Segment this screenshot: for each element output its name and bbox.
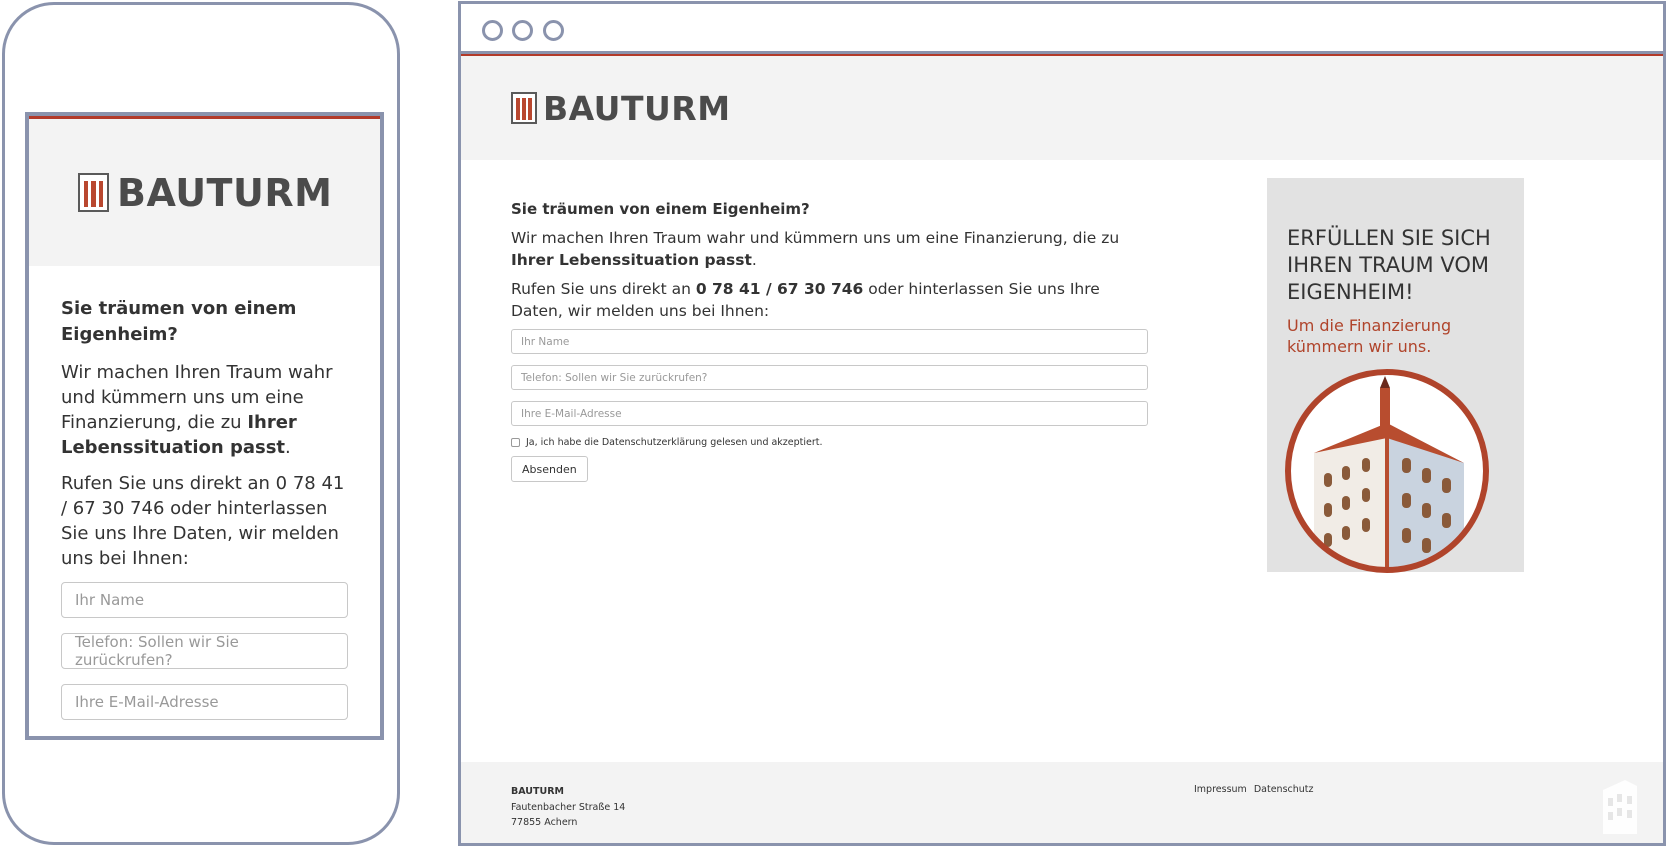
- footer-city: 77855 Achern: [511, 817, 578, 828]
- phone-input[interactable]: Telefon: Sollen wir Sie zurückrufen?: [511, 365, 1148, 390]
- tower-logo-icon: [511, 92, 537, 124]
- consent-label[interactable]: Ja, ich habe die Datenschutzerklärung ge…: [526, 437, 823, 448]
- name-input[interactable]: Ihr Name: [511, 329, 1148, 354]
- page-headline: Sie träumen von einem Eigenheim?: [511, 200, 810, 218]
- call-text: Rufen Sie uns direkt an: [511, 280, 696, 298]
- promo-subtitle: Um die Finanzierung kümmern wir uns.: [1287, 316, 1452, 356]
- browser-mockup: BAUTURM Sie träumen von einem Eigenheim?…: [458, 1, 1666, 846]
- submit-button[interactable]: Absenden: [511, 456, 588, 482]
- tower-watermark-icon: [1603, 780, 1637, 834]
- mobile-logo[interactable]: BAUTURM: [78, 171, 332, 215]
- mobile-call-text: Rufen Sie uns direkt an 0 78 41 / 67 30 …: [61, 473, 345, 569]
- intro-paragraph: Wir machen Ihren Traum wahr und kümmern …: [511, 227, 1151, 271]
- contact-form-section: Sie träumen von einem Eigenheim? Wir mac…: [511, 200, 1151, 482]
- mobile-email-input[interactable]: Ihre E-Mail-Adresse: [61, 684, 348, 720]
- promo-title: ERFÜLLEN SIE SICH IHREN TRAUM VOM EIGENH…: [1287, 226, 1491, 304]
- intro-text: Wir machen Ihren Traum wahr und kümmern …: [511, 229, 1120, 247]
- footer-address: BAUTURM Fautenbacher Straße 14 77855 Ach…: [511, 784, 625, 831]
- impressum-link[interactable]: Impressum: [1194, 784, 1247, 795]
- intro-bold: Ihrer Lebenssituation passt: [511, 251, 752, 269]
- intro-suffix: .: [285, 437, 291, 458]
- logo-text: BAUTURM: [543, 88, 731, 128]
- datenschutz-link[interactable]: Datenschutz: [1254, 784, 1314, 795]
- footer-links: Impressum Datenschutz: [1194, 784, 1318, 795]
- site-footer: BAUTURM Fautenbacher Straße 14 77855 Ach…: [461, 762, 1663, 843]
- site-header: BAUTURM: [461, 54, 1663, 160]
- site-logo[interactable]: BAUTURM: [511, 89, 731, 128]
- tower-logo-icon: [78, 173, 109, 212]
- footer-street: Fautenbacher Straße 14: [511, 801, 626, 813]
- mobile-intro: Wir machen Ihren Traum wahr und kümmern …: [61, 360, 348, 460]
- mobile-name-input[interactable]: Ihr Name: [61, 582, 348, 618]
- phone-mockup: BAUTURM Sie träumen von einem Eigenheim?…: [2, 2, 400, 845]
- mobile-phone-input[interactable]: Telefon: Sollen wir Sie zurückrufen?: [61, 633, 348, 669]
- phone-screen: BAUTURM Sie träumen von einem Eigenheim?…: [25, 112, 384, 740]
- window-dot-icon[interactable]: [543, 20, 564, 41]
- logo-text: BAUTURM: [117, 170, 333, 215]
- consent-row: Ja, ich habe die Datenschutzerklärung ge…: [511, 437, 1151, 448]
- call-paragraph: Rufen Sie uns direkt an 0 78 41 / 67 30 …: [511, 278, 1151, 322]
- mobile-headline: Sie träumen von einem Eigenheim?: [61, 298, 297, 345]
- tower-illustration: [1285, 369, 1489, 573]
- phone-number[interactable]: 0 78 41 / 67 30 746: [696, 280, 863, 298]
- mobile-header: BAUTURM: [29, 116, 380, 266]
- window-dot-icon[interactable]: [512, 20, 533, 41]
- mobile-content: Sie träumen von einem Eigenheim? Wir mac…: [29, 266, 380, 720]
- promo-banner[interactable]: ERFÜLLEN SIE SICH IHREN TRAUM VOM EIGENH…: [1267, 178, 1524, 573]
- window-dot-icon[interactable]: [482, 20, 503, 41]
- intro-suffix: .: [751, 251, 757, 269]
- site-content: Sie träumen von einem Eigenheim? Wir mac…: [461, 160, 1663, 760]
- footer-company: BAUTURM: [511, 786, 564, 797]
- browser-titlebar: [461, 4, 1663, 54]
- consent-checkbox[interactable]: [511, 438, 520, 447]
- email-input[interactable]: Ihre E-Mail-Adresse: [511, 401, 1148, 426]
